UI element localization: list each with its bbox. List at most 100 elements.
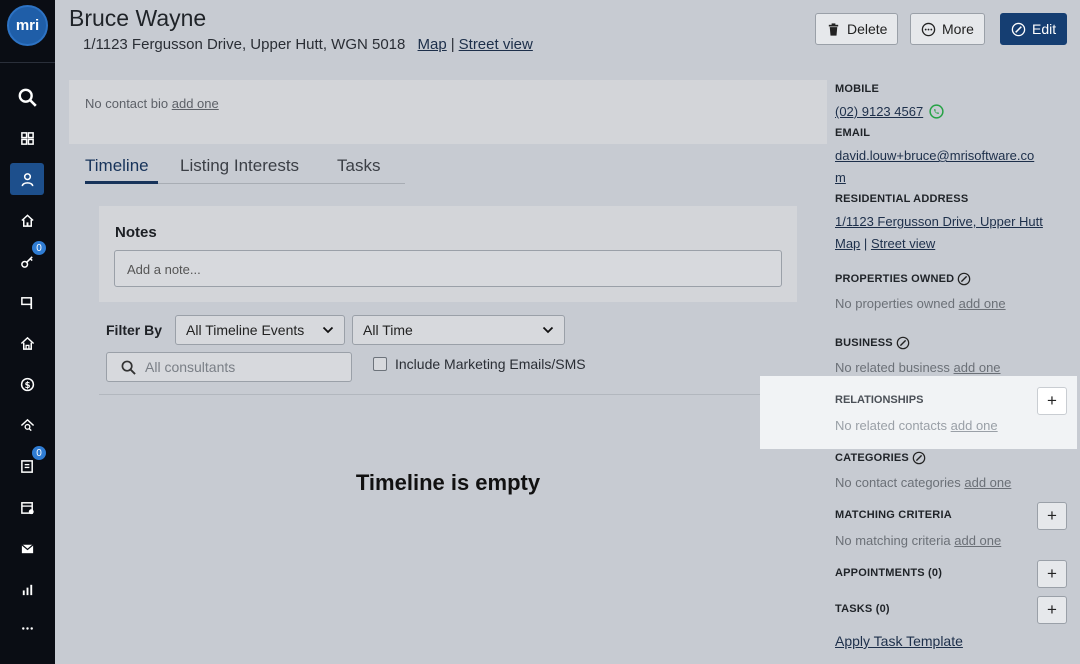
residential-address-label: RESIDENTIAL ADDRESS — [835, 193, 969, 205]
email-link[interactable]: david.louw+bruce@mrisoftware.co — [835, 148, 1034, 163]
add-matching-criteria-link[interactable]: add one — [954, 533, 1001, 548]
edit-business-icon[interactable] — [896, 336, 910, 350]
sidebar-item-search[interactable] — [10, 81, 44, 113]
delete-button[interactable]: Delete — [815, 13, 899, 45]
business-label: BUSINESS — [835, 336, 910, 350]
consultants-placeholder: All consultants — [145, 359, 236, 375]
sidebar: mri 0 $ 0 — [0, 0, 55, 664]
relationships-section: RELATIONSHIPS + No related contacts add … — [760, 376, 1077, 449]
whatsapp-icon[interactable] — [929, 104, 944, 119]
tasks-label: TASKS (0) — [835, 603, 890, 615]
add-business-link[interactable]: add one — [954, 360, 1001, 375]
timeline-events-value: All Timeline Events — [186, 322, 305, 338]
appointments-label: APPOINTMENTS (0) — [835, 567, 943, 579]
search-icon — [121, 360, 136, 375]
tasks-badge: 0 — [31, 445, 47, 461]
house-outline-icon — [20, 336, 34, 350]
more-circle-icon — [921, 22, 936, 36]
properties-owned-title: PROPERTIES OWNED — [835, 273, 955, 285]
sidebar-item-property-search[interactable] — [10, 409, 44, 441]
sidebar-item-reports[interactable] — [10, 573, 44, 605]
consultants-search-input[interactable]: All consultants — [106, 352, 352, 382]
apply-template-row: Apply Task Template — [835, 633, 963, 649]
search-icon — [18, 88, 37, 107]
sidebar-item-email[interactable] — [10, 532, 44, 564]
email-link-line2[interactable]: m — [835, 170, 846, 185]
mri-logo[interactable]: mri — [7, 5, 48, 46]
contact-bio: No contact bio add one — [69, 80, 827, 144]
residential-address-row: 1/1123 Fergusson Drive, Upper Hutt — [835, 214, 1043, 229]
sidebar-item-calendar[interactable] — [10, 491, 44, 523]
filter-label: Filter By — [106, 322, 163, 338]
categories-title: CATEGORIES — [835, 452, 909, 464]
tab-tasks[interactable]: Tasks — [337, 156, 380, 176]
residential-street-view-link[interactable]: Street view — [871, 236, 935, 251]
more-button[interactable]: More — [910, 13, 985, 45]
tab-bar: Timeline Listing Interests Tasks — [85, 156, 405, 184]
dollar-circle-icon: $ — [20, 377, 34, 391]
email-link-continued[interactable]: m — [835, 170, 846, 185]
notes-title: Notes — [115, 224, 157, 241]
sidebar-item-more[interactable] — [10, 612, 44, 644]
envelope-icon — [20, 543, 34, 553]
link-separator: | — [450, 36, 455, 53]
sidebar-item-tasks[interactable]: 0 — [10, 445, 47, 482]
bio-text: No contact bio — [85, 96, 169, 111]
sidebar-item-properties[interactable] — [10, 204, 44, 236]
contact-name: Bruce Wayne — [69, 5, 207, 31]
time-range-select[interactable]: All Time — [352, 315, 565, 345]
sidebar-item-listings[interactable] — [10, 286, 44, 318]
add-bio-link[interactable]: add one — [172, 96, 219, 111]
edit-button[interactable]: Edit — [1000, 13, 1068, 45]
residential-links-row: Map | Street view — [835, 236, 935, 251]
bar-chart-icon — [22, 584, 32, 595]
categories-empty: No contact categories add one — [835, 475, 1011, 490]
street-view-link[interactable]: Street view — [459, 36, 533, 53]
key-icon — [20, 255, 33, 268]
more-label: More — [942, 21, 974, 37]
active-tab-indicator — [85, 181, 158, 184]
residential-address-link[interactable]: 1/1123 Fergusson Drive, Upper Hutt — [835, 214, 1043, 229]
edit-properties-icon[interactable] — [957, 272, 971, 286]
sidebar-item-contacts[interactable] — [10, 163, 44, 195]
properties-owned-label: PROPERTIES OWNED — [835, 272, 971, 286]
add-task-button[interactable]: + — [1037, 596, 1067, 624]
add-property-link[interactable]: add one — [959, 296, 1006, 311]
apply-task-template-link[interactable]: Apply Task Template — [835, 633, 963, 649]
add-matching-criteria-button[interactable]: + — [1037, 502, 1067, 530]
main-content: No contact bio add one Timeline Listing … — [55, 64, 827, 664]
include-marketing-label[interactable]: Include Marketing Emails/SMS — [395, 356, 586, 372]
sidebar-item-finance[interactable]: $ — [10, 368, 44, 400]
sign-icon — [20, 296, 32, 309]
sidebar-item-dashboard[interactable] — [10, 122, 44, 154]
mobile-number-link[interactable]: (02) 9123 4567 — [835, 104, 923, 119]
home-icon — [20, 213, 34, 227]
add-category-link[interactable]: add one — [964, 475, 1011, 490]
add-appointment-button[interactable]: + — [1037, 560, 1067, 588]
email-link-line1[interactable]: david.louw+bruce@mrisoftware.co — [835, 148, 1034, 163]
residential-map-link[interactable]: Map — [835, 236, 860, 251]
ellipsis-icon — [21, 626, 33, 630]
tab-listing-interests[interactable]: Listing Interests — [180, 156, 299, 176]
email-label: EMAIL — [835, 127, 871, 139]
map-link[interactable]: Map — [418, 36, 447, 53]
include-marketing-checkbox[interactable] — [373, 357, 387, 371]
add-relationship-link[interactable]: add one — [951, 418, 998, 433]
properties-owned-empty: No properties owned add one — [835, 296, 1006, 311]
sidebar-item-keys[interactable]: 0 — [10, 240, 47, 277]
svg-text:$: $ — [24, 379, 30, 389]
timeline-events-select[interactable]: All Timeline Events — [175, 315, 345, 345]
residential-link-separator: | — [863, 236, 868, 251]
add-relationship-button[interactable]: + — [1037, 387, 1067, 415]
time-range-value: All Time — [363, 322, 413, 338]
sidebar-divider — [0, 62, 55, 63]
checklist-icon — [20, 459, 33, 473]
relationships-empty: No related contacts add one — [835, 418, 998, 433]
house-search-icon — [20, 418, 34, 431]
contact-header: Bruce Wayne 1/1123 Fergusson Drive, Uppe… — [55, 0, 1080, 64]
edit-categories-icon[interactable] — [912, 451, 926, 465]
add-note-input[interactable]: Add a note... — [114, 250, 782, 287]
sidebar-item-open-homes[interactable] — [10, 327, 44, 359]
edit-circle-icon — [1011, 22, 1026, 36]
tab-timeline[interactable]: Timeline — [85, 156, 149, 176]
